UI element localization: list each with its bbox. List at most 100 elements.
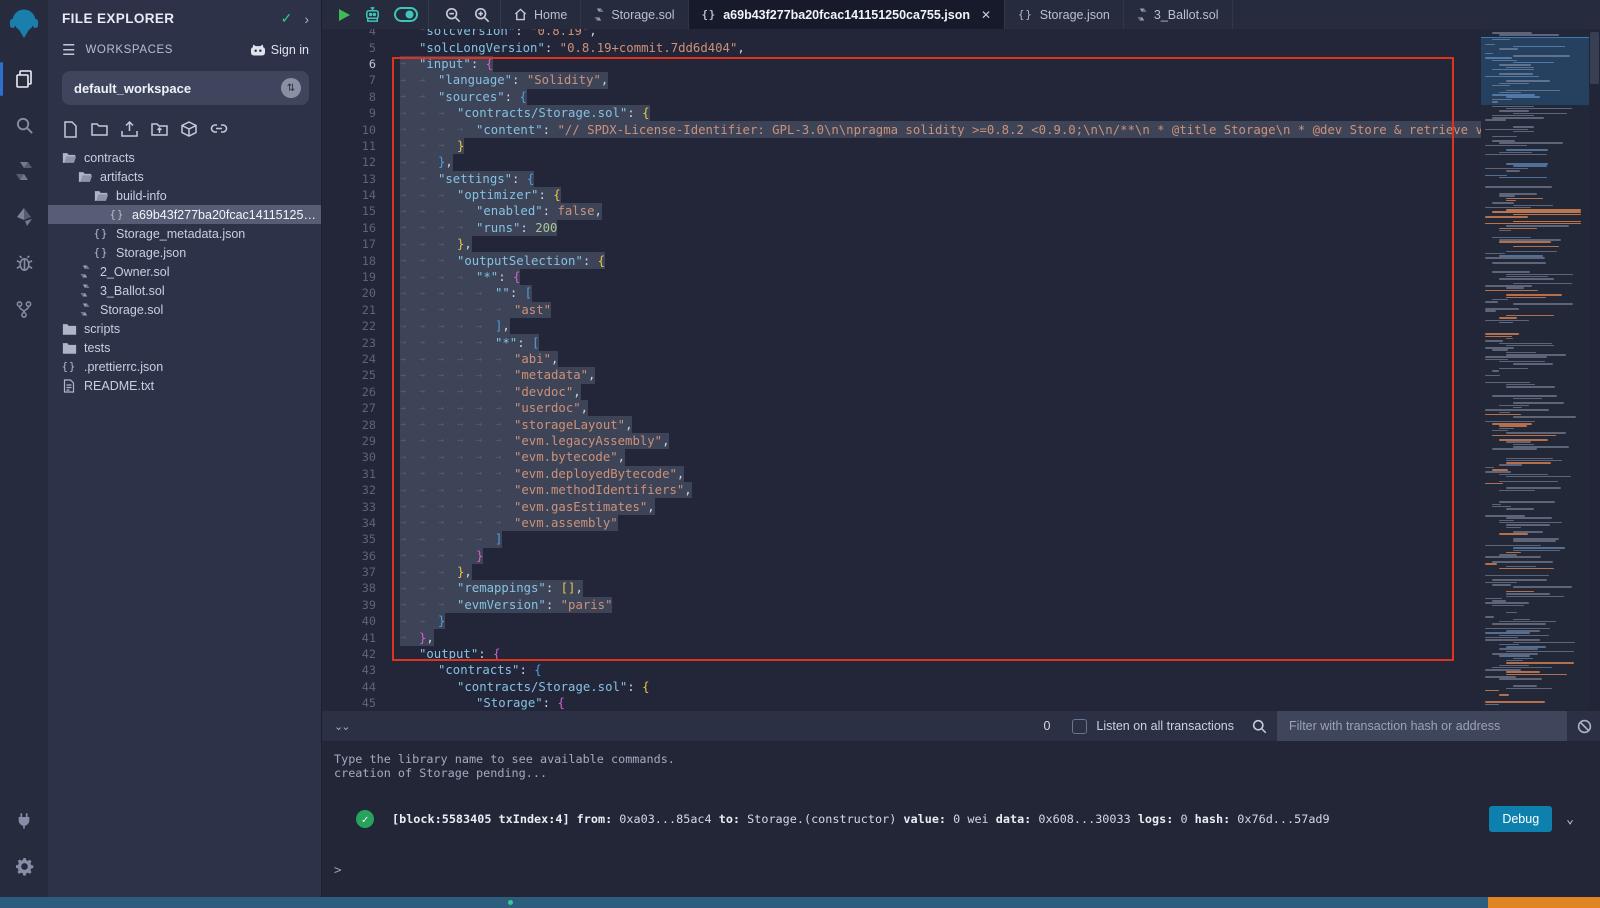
tree-item-tests[interactable]: tests xyxy=(48,338,321,357)
code-line-16[interactable]: 16→→→→"runs": 200 xyxy=(322,220,1480,236)
deploy-run-icon[interactable] xyxy=(0,194,48,240)
tree-item-storage-sol[interactable]: Storage.sol xyxy=(48,300,321,319)
code-line-27[interactable]: 27→→→→→→"userdoc", xyxy=(322,400,1480,416)
code-line-15[interactable]: 15→→→→"enabled": false, xyxy=(322,203,1480,219)
new-folder-icon[interactable] xyxy=(91,121,108,138)
scrollbar-thumb[interactable] xyxy=(1590,32,1599,84)
tab-storage-sol[interactable]: Storage.sol xyxy=(581,0,688,29)
code-line-41[interactable]: 41→}, xyxy=(322,629,1480,645)
code-line-18[interactable]: 18→→→"outputSelection": { xyxy=(322,252,1480,268)
code-line-34[interactable]: 34→→→→→→"evm.assembly" xyxy=(322,515,1480,531)
code-line-22[interactable]: 22→→→→→], xyxy=(322,318,1480,334)
code-line-37[interactable]: 37→→→}, xyxy=(322,564,1480,580)
toggle-switch-icon[interactable] xyxy=(394,7,418,22)
terminal-prompt[interactable]: > xyxy=(334,862,1600,877)
transaction-row[interactable]: ✓ [block:5583405 txIndex:4] from: 0xa03.… xyxy=(334,806,1590,832)
tree-item-build-info[interactable]: build-info xyxy=(48,186,321,205)
code-line-10[interactable]: 10→→→→"content": "// SPDX-License-Identi… xyxy=(322,121,1480,137)
code-line-26[interactable]: 26→→→→→→"devdoc", xyxy=(322,384,1480,400)
code-line-42[interactable]: 42"output": { xyxy=(322,646,1480,662)
tree-item-readme-txt[interactable]: README.txt xyxy=(48,376,321,395)
code-line-43[interactable]: 43"contracts": { xyxy=(322,662,1480,678)
code-line-13[interactable]: 13→→"settings": { xyxy=(322,171,1480,187)
remix-logo-icon[interactable] xyxy=(6,8,42,42)
code-line-7[interactable]: 7→→"language": "Solidity", xyxy=(322,72,1480,88)
zoom-in-icon[interactable] xyxy=(474,7,490,23)
tree-item-artifacts[interactable]: artifacts xyxy=(48,167,321,186)
upload-folder-icon[interactable] xyxy=(151,121,168,138)
code-line-35[interactable]: 35→→→→→] xyxy=(322,531,1480,547)
code-line-31[interactable]: 31→→→→→→"evm.deployedBytecode", xyxy=(322,466,1480,482)
code-line-4[interactable]: 4"solcVersion": "0.8.19", xyxy=(322,29,1480,39)
workspace-dropdown-icon[interactable]: ⇅ xyxy=(281,78,301,98)
tab-home[interactable]: Home xyxy=(501,0,581,29)
terminal-collapse-icon[interactable]: ⌄⌄ xyxy=(334,720,348,733)
tree-item--prettierrc-json[interactable]: {}.prettierrc.json xyxy=(48,357,321,376)
tree-item-scripts[interactable]: scripts xyxy=(48,319,321,338)
code-line-17[interactable]: 17→→→}, xyxy=(322,236,1480,252)
solidity-compiler-icon[interactable] xyxy=(0,148,48,194)
minimap[interactable] xyxy=(1481,29,1589,711)
workspace-select[interactable]: default_workspace ⇅ xyxy=(62,71,309,105)
panel-expand-icon[interactable]: › xyxy=(304,11,309,27)
git-icon[interactable] xyxy=(0,286,48,332)
code-line-14[interactable]: 14→→→"optimizer": { xyxy=(322,187,1480,203)
tree-item-3-ballot-sol[interactable]: 3_Ballot.sol xyxy=(48,281,321,300)
terminal-output[interactable]: Type the library name to see available c… xyxy=(322,741,1600,897)
tab-close-icon[interactable]: ✕ xyxy=(981,8,991,22)
sign-in-button[interactable]: Sign in xyxy=(250,43,309,57)
code-line-45[interactable]: 45"Storage": { xyxy=(322,695,1480,711)
code-line-24[interactable]: 24→→→→→→"abi", xyxy=(322,351,1480,367)
code-line-21[interactable]: 21→→→→→→"ast" xyxy=(322,302,1480,318)
settings-gear-icon[interactable] xyxy=(0,843,48,889)
load-cube-icon[interactable] xyxy=(181,121,197,138)
new-file-icon[interactable] xyxy=(63,121,78,138)
tree-item-storage-json[interactable]: {}Storage.json xyxy=(48,243,321,262)
code-line-11[interactable]: 11→→→} xyxy=(322,138,1480,154)
debug-button[interactable]: Debug xyxy=(1489,806,1552,832)
tab-storage-json[interactable]: {}Storage.json xyxy=(1005,0,1124,29)
tree-item-storage-metadata-json[interactable]: {}Storage_metadata.json xyxy=(48,224,321,243)
transaction-filter-input[interactable] xyxy=(1277,711,1567,741)
code-line-30[interactable]: 30→→→→→→"evm.bytecode", xyxy=(322,449,1480,465)
tree-item-contracts[interactable]: contracts xyxy=(48,148,321,167)
run-script-button[interactable] xyxy=(338,8,351,22)
code-line-36[interactable]: 36→→→→} xyxy=(322,548,1480,564)
ai-assistant-icon[interactable] xyxy=(364,6,381,23)
tab-3-ballot-sol[interactable]: 3_Ballot.sol xyxy=(1124,0,1233,29)
code-line-9[interactable]: 9→→→"contracts/Storage.sol": { xyxy=(322,105,1480,121)
code-line-5[interactable]: 5"solcLongVersion": "0.8.19+commit.7dd6d… xyxy=(322,39,1480,55)
code-line-40[interactable]: 40→→} xyxy=(322,613,1480,629)
code-line-29[interactable]: 29→→→→→→"evm.legacyAssembly", xyxy=(322,433,1480,449)
tree-item-a69b43f277ba20fcac141151250ca7-[interactable]: {}a69b43f277ba20fcac141151250ca7... xyxy=(48,205,321,224)
debugger-icon[interactable] xyxy=(0,240,48,286)
code-line-39[interactable]: 39→→→"evmVersion": "paris" xyxy=(322,597,1480,613)
code-line-38[interactable]: 38→→→"remappings": [], xyxy=(322,580,1480,596)
code-line-23[interactable]: 23→→→→→"*": [ xyxy=(322,334,1480,350)
link-icon[interactable] xyxy=(210,121,228,138)
tree-item-2-owner-sol[interactable]: 2_Owner.sol xyxy=(48,262,321,281)
code-line-8[interactable]: 8→→"sources": { xyxy=(322,89,1480,105)
code-line-19[interactable]: 19→→→→"*": { xyxy=(322,269,1480,285)
code-line-33[interactable]: 33→→→→→→"evm.gasEstimates", xyxy=(322,498,1480,514)
code-line-6[interactable]: 6→"input": { xyxy=(322,56,1480,72)
editor-scrollbar[interactable] xyxy=(1589,29,1600,711)
code-line-25[interactable]: 25→→→→→→"metadata", xyxy=(322,367,1480,383)
code-line-44[interactable]: 44"contracts/Storage.sol": { xyxy=(322,679,1480,695)
code-line-28[interactable]: 28→→→→→→"storageLayout", xyxy=(322,416,1480,432)
tx-expand-icon[interactable]: ⌄ xyxy=(1566,812,1574,827)
listen-all-checkbox[interactable] xyxy=(1072,719,1087,734)
file-explorer-icon[interactable] xyxy=(0,56,48,102)
search-icon[interactable] xyxy=(0,102,48,148)
plugin-manager-icon[interactable] xyxy=(0,797,48,843)
code-line-20[interactable]: 20→→→→→"": [ xyxy=(322,285,1480,301)
code-editor[interactable]: 4"solcVersion": "0.8.19",5"solcLongVersi… xyxy=(322,29,1600,711)
code-line-12[interactable]: 12→→}, xyxy=(322,154,1480,170)
upload-file-icon[interactable] xyxy=(121,121,138,138)
workspaces-menu-icon[interactable]: ☰ xyxy=(62,41,75,59)
terminal-search-icon[interactable] xyxy=(1252,719,1267,734)
clear-console-icon[interactable] xyxy=(1577,719,1592,734)
tab-a69b43f277ba20fcac141151250ca755-json[interactable]: {}a69b43f277ba20fcac141151250ca755.json✕ xyxy=(689,0,1005,29)
code-line-32[interactable]: 32→→→→→→"evm.methodIdentifiers", xyxy=(322,482,1480,498)
zoom-out-icon[interactable] xyxy=(445,7,461,23)
